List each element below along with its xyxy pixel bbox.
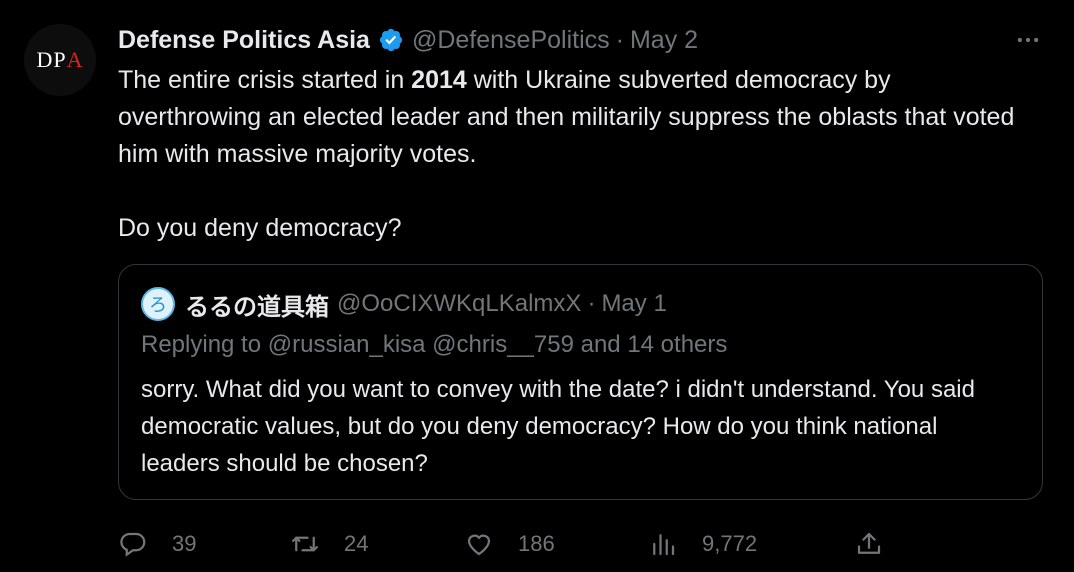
author-handle[interactable]: @DefensePolitics (412, 26, 610, 55)
avatar-logo-text: DP (36, 47, 67, 72)
avatar-logo-accent: A (66, 47, 84, 72)
author-avatar[interactable]: DP A (24, 24, 96, 96)
share-button[interactable] (854, 526, 908, 562)
quoted-author-name[interactable]: るるの道具箱 (185, 287, 329, 322)
reply-count: 39 (172, 531, 197, 556)
tweet-paragraph-1: The entire crisis started in 2014 with U… (118, 66, 1015, 168)
share-icon (857, 532, 881, 554)
replying-to: Replying to @russian_kisa @chris__759 an… (141, 331, 728, 358)
quoted-text: sorry. What did you want to convey with … (141, 376, 975, 477)
reply-button[interactable]: 39 (118, 526, 196, 562)
verified-badge-icon (378, 27, 404, 53)
tweet-text: The entire crisis started in 2014 with U… (118, 62, 1018, 247)
views-button[interactable]: 9,772 (648, 526, 757, 562)
retweet-count: 24 (344, 531, 369, 556)
quoted-header: ろ るるの道具箱 @OoCIXWKqLKalmxX · May 1 (141, 287, 667, 321)
bold-year: 2014 (411, 66, 467, 94)
like-count: 186 (518, 531, 555, 556)
quoted-date[interactable]: May 1 (601, 290, 666, 318)
author-name[interactable]: Defense Politics Asia (118, 26, 370, 55)
separator-dot: · (587, 290, 596, 317)
quoted-author-handle[interactable]: @OoCIXWKqLKalmxX (337, 290, 581, 318)
tweet-paragraph-2: Do you deny democracy? (118, 214, 402, 242)
views-icon (653, 534, 675, 556)
like-button[interactable]: 186 (464, 526, 555, 562)
quoted-tweet[interactable]: ろ るるの道具箱 @OoCIXWKqLKalmxX · May 1 Replyi… (118, 264, 1043, 500)
tweet-header: Defense Politics Asia @DefensePolitics ·… (118, 22, 698, 58)
tweet-date[interactable]: May 2 (630, 26, 698, 55)
heart-icon (467, 534, 491, 556)
more-icon[interactable] (1012, 26, 1044, 54)
separator-dot: · (615, 25, 624, 54)
retweet-icon (292, 536, 318, 552)
views-count: 9,772 (702, 531, 758, 556)
retweet-button[interactable]: 24 (290, 526, 368, 562)
action-bar: 39 24 186 9,772 (118, 526, 1058, 562)
reply-icon (120, 532, 146, 557)
tweet[interactable]: DP A Defense Politics Asia @DefensePoliti… (0, 0, 1074, 572)
quoted-avatar[interactable]: ろ (141, 287, 175, 321)
